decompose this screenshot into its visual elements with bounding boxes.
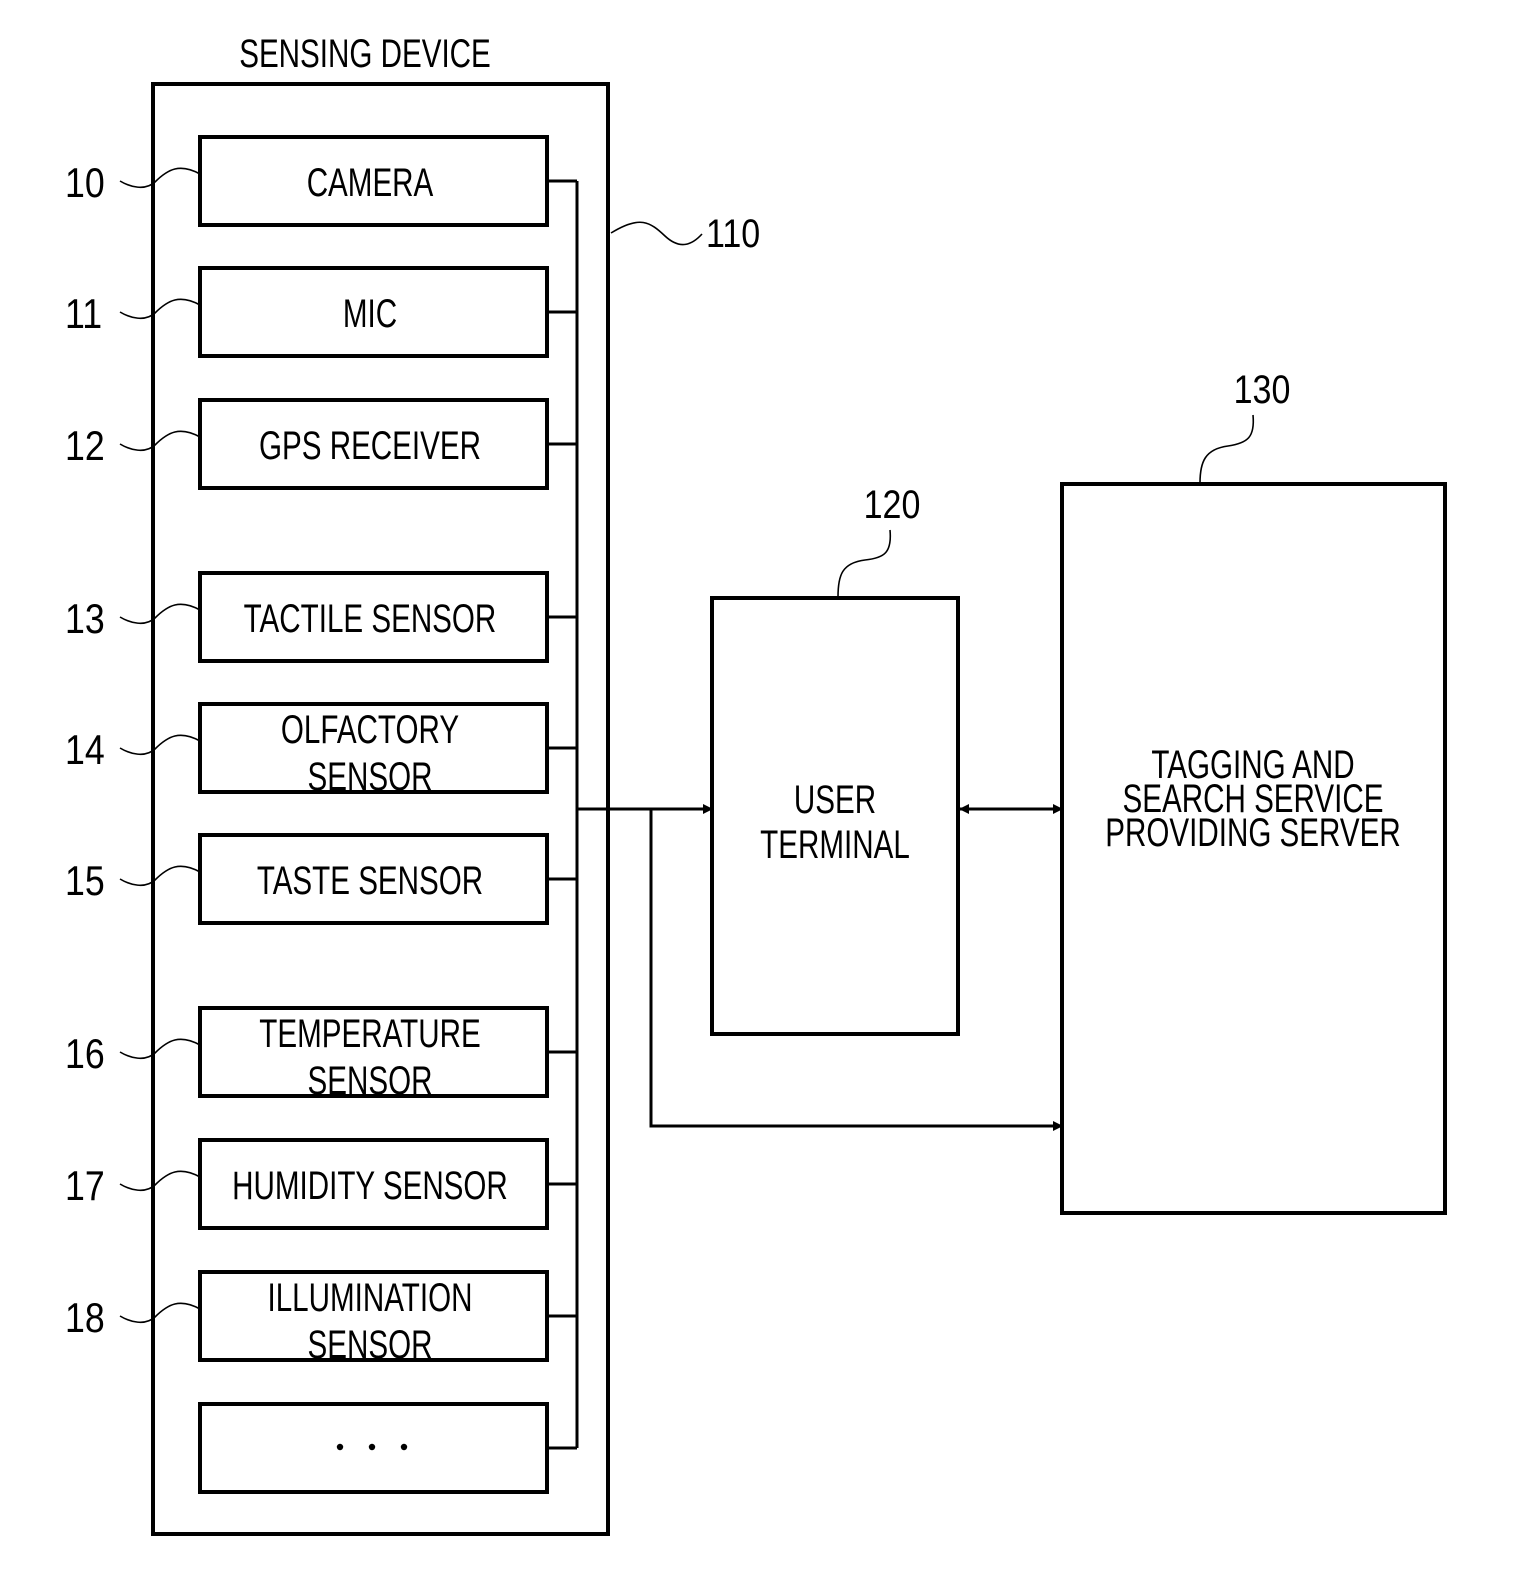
server-label-line-3: PROVIDING SERVER — [1105, 811, 1400, 855]
sensor-label: TASTE SENSOR — [257, 859, 483, 903]
server-leader — [1199, 414, 1255, 484]
sensor-item: HUMIDITY SENSOR 17 — [65, 1138, 577, 1230]
sensing-device-title: SENSING DEVICE — [239, 32, 491, 76]
sensor-label: TACTILE SENSOR — [244, 597, 497, 641]
tagging-search-server: TAGGING AND SEARCH SERVICE PROVIDING SER… — [1060, 366, 1447, 1215]
user-terminal: USER TERMINAL 120 — [710, 481, 960, 1036]
ellipsis-dot — [400, 1443, 408, 1451]
sensing-device-ref: 110 — [706, 210, 760, 255]
system-block-diagram: SENSING DEVICE 110 CAMERA 10 MIC 11 GPS RECE… — [65, 32, 1447, 1536]
sensor-item: ILLUMINATIONSENSOR 18 — [65, 1270, 577, 1367]
ellipsis-dot — [336, 1443, 344, 1451]
user-terminal-label-line-1: USER — [794, 778, 876, 822]
sensor-label: HUMIDITY SENSOR — [232, 1164, 508, 1208]
sensor-item: GPS RECEIVER 12 — [65, 398, 577, 490]
sensor-label: GPS RECEIVER — [259, 424, 481, 468]
sensor-label: SENSOR — [308, 1059, 433, 1103]
sensor-label: CAMERA — [307, 161, 434, 205]
sensor-label: SENSOR — [308, 755, 433, 799]
sensing-device: SENSING DEVICE 110 CAMERA 10 MIC 11 GPS RECE… — [65, 32, 760, 1536]
sensor-item: TEMPERATURESENSOR 16 — [65, 1006, 577, 1103]
sensor-item: CAMERA 10 — [65, 135, 577, 227]
sensor-ref-number: 17 — [65, 1163, 105, 1209]
sensor-label: SENSOR — [308, 1323, 433, 1367]
user-terminal-label-line-2: TERMINAL — [760, 823, 910, 867]
sensor-label: OLFACTORY — [281, 708, 459, 752]
sensor-item: TASTE SENSOR 15 — [65, 833, 577, 925]
sensor-ref-number: 14 — [65, 727, 105, 773]
sensor-ref-number: 13 — [65, 596, 105, 642]
sensing-device-leader — [610, 221, 703, 246]
sensor-item: MIC 11 — [65, 266, 577, 358]
sensor-ref-number: 11 — [65, 291, 102, 337]
sensor-label: MIC — [343, 292, 397, 336]
sensor-ref-number: 18 — [65, 1295, 105, 1341]
sensor-item: OLFACTORYSENSOR 14 — [65, 702, 577, 799]
sensor-item: TACTILE SENSOR 13 — [65, 571, 577, 663]
sensor-ref-number: 15 — [65, 858, 105, 904]
sensor-label: ILLUMINATION — [268, 1276, 473, 1320]
ellipsis-dot — [368, 1443, 376, 1451]
sensor-ref-number: 10 — [65, 160, 105, 206]
sensor-ref-number: 12 — [65, 423, 105, 469]
sensor-item — [198, 1402, 577, 1494]
sensor-label: TEMPERATURE — [259, 1012, 480, 1056]
user-terminal-ref: 120 — [864, 481, 921, 526]
server-ref: 130 — [1234, 366, 1291, 411]
user-terminal-leader — [837, 529, 892, 598]
sensor-ref-number: 16 — [65, 1031, 105, 1077]
